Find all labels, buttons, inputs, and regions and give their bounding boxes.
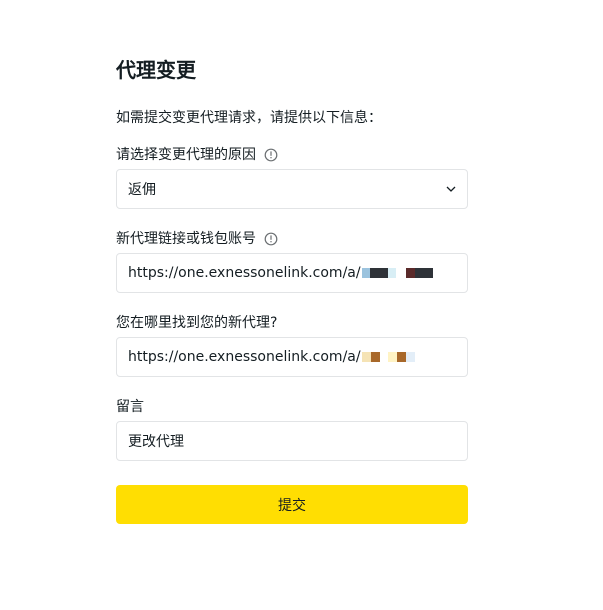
reason-select-value: 返佣 [128,182,156,198]
comment-input[interactable]: 更改代理 [116,421,468,461]
new-agent-input[interactable]: https://one.exnessonelink.com/a/ [116,253,468,293]
where-found-label: 您在哪里找到您的新代理? [116,313,277,333]
info-icon[interactable] [264,232,278,246]
intro-text: 如需提交变更代理请求，请提供以下信息： [116,110,382,126]
submit-button[interactable]: 提交 [116,485,468,524]
chevron-down-icon [446,186,456,192]
comment-label: 留言 [116,397,144,417]
where-found-input-value: https://one.exnessonelink.com/a/ [128,349,361,365]
new-agent-label-text: 新代理链接或钱包账号 [116,231,256,247]
comment-label-text: 留言 [116,399,144,415]
info-icon[interactable] [264,148,278,162]
comment-input-value: 更改代理 [128,434,184,450]
reason-label: 请选择变更代理的原因 [116,145,278,165]
redacted-text [361,352,415,362]
redacted-text [361,268,433,278]
reason-select[interactable]: 返佣 [116,169,468,209]
page-title: 代理变更 [116,58,196,82]
new-agent-label: 新代理链接或钱包账号 [116,229,278,249]
new-agent-input-value: https://one.exnessonelink.com/a/ [128,265,361,281]
where-found-input[interactable]: https://one.exnessonelink.com/a/ [116,337,468,377]
where-found-label-text: 您在哪里找到您的新代理? [116,315,278,331]
reason-label-text: 请选择变更代理的原因 [116,147,256,163]
